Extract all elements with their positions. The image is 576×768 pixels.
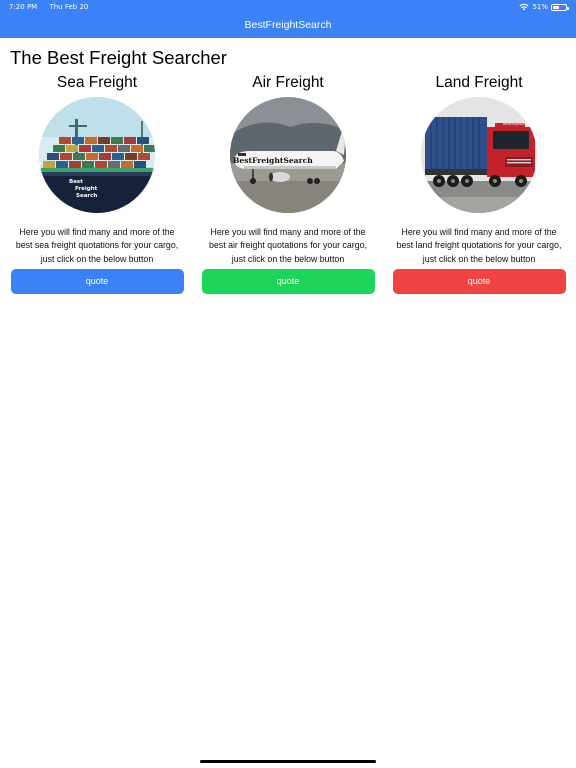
nav-title: BestFreightSearch <box>244 19 332 31</box>
land-freight-title: Land Freight <box>435 74 523 91</box>
page-title: The Best Freight Searcher <box>10 47 227 68</box>
battery-percent: 51% <box>532 3 548 11</box>
status-time: 7:20 PM <box>9 3 38 11</box>
sea-image-text-3: Search <box>76 193 97 199</box>
status-bar-left: 7:20 PM Thu Feb 20 <box>9 3 88 11</box>
air-freight-title: Air Freight <box>252 74 324 91</box>
sea-freight-title: Sea Freight <box>56 74 138 91</box>
status-date: Thu Feb 20 <box>49 3 89 11</box>
status-bar-right: 51% <box>519 3 569 11</box>
app-header: 7:20 PM Thu Feb 20 51% BestFreightSearch <box>0 0 576 38</box>
air-freight-image: BestFreightSearch <box>230 97 346 213</box>
air-freight-card: Air Freight BestFreightSearch Here you w… <box>201 72 375 294</box>
sea-freight-image: Best Freight Search <box>39 97 155 213</box>
sea-image-text-1: Best <box>69 179 83 185</box>
land-image-text: BestFreightSearch <box>503 122 532 126</box>
sea-freight-quote-button[interactable]: quote <box>10 268 184 294</box>
battery-icon <box>551 3 569 11</box>
land-freight-image: BestFreightSearch <box>421 97 537 213</box>
sea-freight-description: Here you will find many and more of the … <box>15 227 179 264</box>
wifi-icon <box>519 3 530 11</box>
air-freight-description: Here you will find many and more of the … <box>209 227 367 264</box>
sea-image-text-2: Freight <box>75 186 98 192</box>
land-freight-quote-button[interactable]: quote <box>392 268 566 294</box>
land-freight-description: Here you will find many and more of the … <box>396 227 562 264</box>
land-freight-card: Land Freight BestFreightSearch Here you … <box>392 72 566 294</box>
air-image-text: BestFreightSearch <box>233 156 313 165</box>
home-indicator[interactable] <box>200 760 376 763</box>
air-freight-quote-button[interactable]: quote <box>201 268 375 294</box>
sea-freight-card: Sea Freight Best Freight Search Here you… <box>10 72 184 294</box>
